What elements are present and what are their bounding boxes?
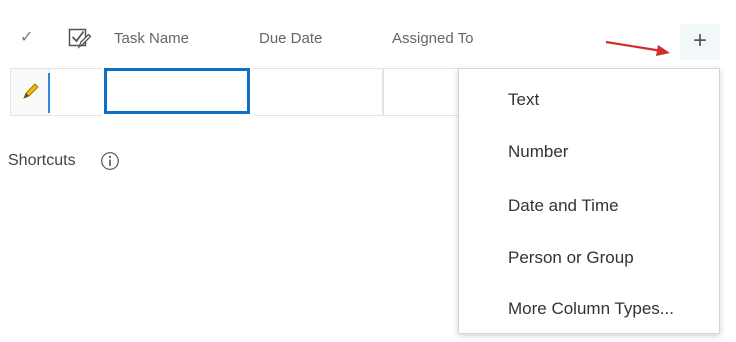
menu-item-text[interactable]: Text xyxy=(508,89,539,111)
due-date-input[interactable] xyxy=(254,68,383,116)
menu-item-number[interactable]: Number xyxy=(508,141,568,163)
quick-edit-list: ✓ Task Name Due Date Assigned To + Short… xyxy=(0,0,736,342)
red-arrow-annotation-icon xyxy=(605,40,670,56)
menu-item-more-column-types[interactable]: More Column Types... xyxy=(508,298,674,320)
column-header-assigned-to[interactable]: Assigned To xyxy=(392,30,473,48)
checkbox-edit-icon[interactable] xyxy=(68,26,92,50)
menu-item-person-or-group[interactable]: Person or Group xyxy=(508,247,634,269)
column-header-row: ✓ Task Name Due Date Assigned To + xyxy=(0,14,736,64)
edit-indicator-cell xyxy=(10,68,50,116)
add-column-button[interactable]: + xyxy=(680,24,720,60)
column-header-due-date[interactable]: Due Date xyxy=(259,30,322,48)
task-name-input[interactable] xyxy=(104,68,250,114)
column-header-task-name[interactable]: Task Name xyxy=(114,30,189,48)
shortcuts-label[interactable]: Shortcuts xyxy=(8,150,76,172)
add-column-menu: Text Number Date and Time Person or Grou… xyxy=(458,68,720,334)
menu-item-date-and-time[interactable]: Date and Time xyxy=(508,195,619,217)
select-all-check-icon[interactable]: ✓ xyxy=(20,28,36,48)
pencil-icon xyxy=(23,83,39,99)
row-select-cell[interactable] xyxy=(50,68,102,116)
info-icon[interactable] xyxy=(100,151,120,171)
